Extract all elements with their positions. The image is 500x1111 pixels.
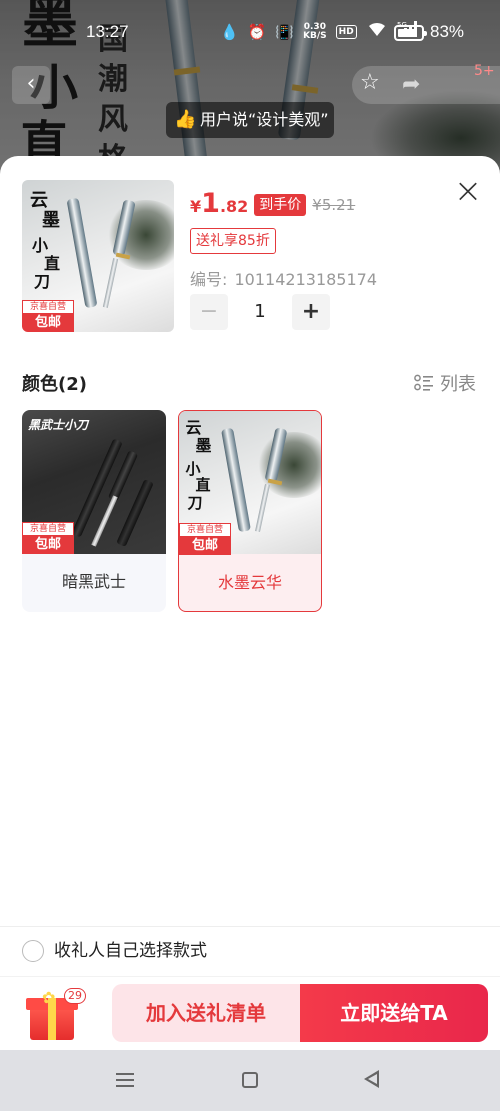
price-integer: 1 [201, 188, 220, 219]
hd-icon: HD [335, 25, 357, 39]
jd-self-operated-tag: 京喜自营 包邮 [22, 522, 74, 554]
network-speed: 0.30 KB/S [303, 22, 327, 41]
review-toast: 👍 用户说“设计美观” [166, 102, 334, 138]
quantity-value[interactable]: 1 [236, 294, 284, 330]
back-nav-icon-inner [368, 1074, 377, 1084]
list-view-toggle[interactable]: 列表 [414, 370, 476, 396]
knife-sheath-image [220, 427, 251, 532]
gift-count-badge: 29 [64, 988, 86, 1004]
water-drop-icon: 💧 [220, 23, 239, 41]
original-price: ¥5.21 [312, 196, 356, 214]
jd-tag-top: 京喜自营 [22, 522, 74, 536]
receiver-choose-radio[interactable] [22, 940, 44, 962]
option-label: 水墨云华 [217, 573, 282, 592]
sku-label: 编号: [190, 270, 228, 289]
calligraphy-char: 墨 [195, 435, 212, 455]
jd-self-operated-tag: 京喜自营 包邮 [179, 523, 231, 555]
calligraphy-char: 刀 [34, 272, 51, 291]
knife-blade-image [254, 483, 270, 532]
alarm-icon: ⏰ [247, 23, 267, 41]
gift-discount-tag: 送礼享85折 [190, 228, 276, 254]
divider [0, 976, 500, 977]
sku-select-sheet: 云 墨 小 直 刀 京喜自营 包邮 ¥ 1 .82 到手价 ¥5.21 × 送礼… [0, 156, 500, 1050]
status-time: 13:27 [86, 22, 129, 41]
back-button[interactable]: ‹ [12, 66, 50, 104]
divider [0, 926, 500, 927]
add-to-gift-list-button[interactable]: 加入送礼清单 [112, 984, 300, 1042]
option-label: 暗黑武士 [61, 572, 126, 591]
final-price-tag: 到手价 [254, 194, 307, 216]
battery-percent: 83% [430, 22, 465, 41]
jd-self-operated-tag: 京喜自营 包邮 [22, 300, 74, 332]
receiver-choose-label[interactable]: 收礼人自己选择款式 [54, 940, 207, 962]
knife-sheath-image [66, 197, 98, 309]
price-decimal: .82 [219, 197, 249, 216]
home-icon[interactable] [242, 1072, 258, 1088]
calligraphy-char: 墨 [42, 210, 60, 231]
thumbs-up-icon: 👍 [174, 109, 197, 130]
sku-value: 10114213185174 [234, 270, 378, 289]
color-option-anhei-wushi[interactable]: 黑武士小刀 京喜自营 包邮 暗黑武士 [22, 410, 166, 612]
vibrate-icon: 📳 [275, 23, 295, 41]
battery-tip [424, 31, 427, 36]
price-row: ¥ 1 .82 到手价 ¥5.21 [190, 190, 355, 220]
jd-tag-free-shipping: 包邮 [22, 314, 74, 332]
battery-icon [394, 25, 427, 41]
sku-number: 编号: 10114213185174 [190, 266, 377, 290]
quantity-plus-button[interactable]: + [292, 294, 330, 330]
jd-tag-free-shipping: 包邮 [22, 536, 74, 554]
favorite-star-icon[interactable]: ☆ [360, 70, 380, 95]
jd-tag-top: 京喜自营 [22, 300, 74, 314]
knife-blade-image [102, 258, 119, 308]
gift-bow-icon: ✿ [42, 988, 56, 1007]
color-option-shuimo-yunhua[interactable]: 云 墨 小 直 刀 京喜自营 包邮 水墨云华 [178, 410, 322, 612]
jd-tag-free-shipping: 包邮 [179, 537, 231, 555]
share-icon[interactable]: ➦ [402, 72, 420, 97]
recent-apps-icon[interactable] [116, 1072, 134, 1088]
product-thumbnail[interactable]: 云 墨 小 直 刀 京喜自营 包邮 [22, 180, 174, 332]
option-image-title: 黑武士小刀 [28, 418, 89, 432]
calligraphy-char: 刀 [187, 493, 203, 512]
gift-list-button[interactable]: ✿ 29 [26, 988, 88, 1044]
wifi-icon [366, 21, 388, 43]
system-nav-bar [0, 1050, 500, 1111]
toast-text: 用户说“设计美观” [200, 110, 329, 129]
send-now-button[interactable]: 立即送给TA [300, 984, 488, 1042]
quantity-minus-button[interactable]: − [190, 294, 228, 330]
jd-tag-top: 京喜自营 [179, 523, 231, 537]
status-icons: 💧 ⏰ 📳 0.30 KB/S HD 5G [220, 20, 421, 44]
message-count-badge: 5+ [474, 63, 495, 79]
battery-level [398, 29, 416, 37]
list-view-label: 列表 [440, 374, 476, 395]
list-view-icon [414, 374, 434, 392]
close-icon[interactable]: × [452, 174, 484, 208]
color-section-title: 颜色(2) [22, 374, 87, 395]
status-bar: 13:27 💧 ⏰ 📳 0.30 KB/S HD 5G 83% [0, 18, 500, 48]
price-symbol: ¥ [190, 197, 202, 216]
